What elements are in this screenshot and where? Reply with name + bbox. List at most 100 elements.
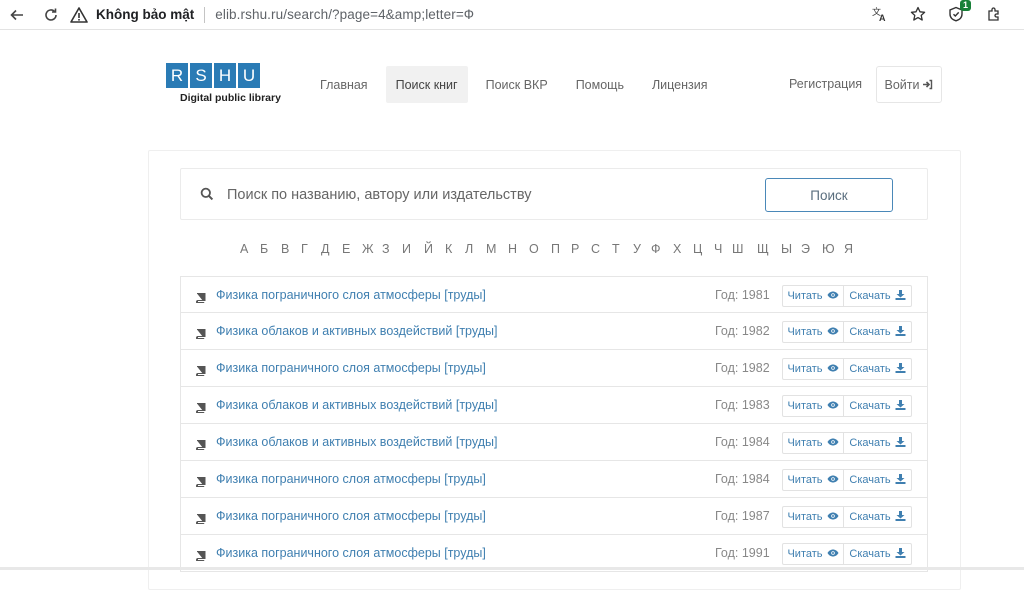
book-title-link[interactable]: Физика облаков и активных воздействий [т… [216, 398, 497, 412]
letter-filter-link[interactable]: З [382, 242, 390, 256]
read-button[interactable]: Читать [782, 469, 844, 491]
letter-filter-link[interactable]: Е [342, 242, 350, 256]
download-button[interactable]: Скачать [844, 543, 912, 565]
not-secure-label[interactable]: Không bảo mật [96, 7, 194, 22]
letter-filter-link[interactable]: И [402, 242, 411, 256]
nav-item[interactable]: Лицензия [642, 66, 718, 103]
book-list: Физика пограничного слоя атмосферы [труд… [180, 276, 928, 572]
letter-filter-link[interactable]: К [445, 242, 452, 256]
letter-filter-link[interactable]: Э [801, 242, 810, 256]
login-button[interactable]: Войти [876, 66, 942, 103]
read-button[interactable]: Читать [782, 543, 844, 565]
book-icon [195, 474, 206, 488]
extensions-puzzle-icon[interactable] [984, 4, 1004, 24]
eye-icon [827, 548, 839, 560]
book-title-link[interactable]: Физика пограничного слоя атмосферы [труд… [216, 361, 486, 375]
download-label: Скачать [849, 548, 891, 560]
book-icon [195, 548, 206, 562]
eye-icon [827, 474, 839, 486]
download-icon [895, 289, 906, 303]
search-button[interactable]: Поиск [765, 178, 893, 212]
letter-filter-link[interactable]: П [551, 242, 560, 256]
book-icon [195, 511, 206, 525]
main-nav: Главная Поиск книг Поиск ВКР Помощь Лицензия [310, 66, 726, 103]
book-title-link[interactable]: Физика облаков и активных воздействий [т… [216, 435, 497, 449]
download-icon [895, 399, 906, 413]
book-title-link[interactable]: Физика пограничного слоя атмосферы [труд… [216, 546, 486, 560]
eye-icon [827, 437, 839, 449]
book-title-link[interactable]: Физика пограничного слоя атмосферы [труд… [216, 472, 486, 486]
download-button[interactable]: Скачать [844, 432, 912, 454]
download-button[interactable]: Скачать [844, 395, 912, 417]
letter-filter-link[interactable]: Ы [781, 242, 792, 256]
download-icon [895, 436, 906, 450]
search-input[interactable] [227, 183, 747, 207]
letter-filter-link[interactable]: Щ [757, 242, 769, 256]
nav-item[interactable]: Главная [310, 66, 378, 103]
book-row: Физика пограничного слоя атмосферы [труд… [180, 276, 928, 313]
search-icon [200, 187, 214, 201]
letter-filter-link[interactable]: А [240, 242, 248, 256]
letter-filter-link[interactable]: Б [260, 242, 268, 256]
read-label: Читать [787, 400, 823, 412]
letter-filter-link[interactable]: Ф [651, 242, 661, 256]
letter-filter-link[interactable]: Ж [362, 242, 374, 256]
download-button[interactable]: Скачать [844, 358, 912, 380]
nav-item[interactable]: Поиск ВКР [476, 66, 558, 103]
back-arrow-icon[interactable] [6, 4, 28, 26]
bookmark-star-icon[interactable] [908, 4, 928, 24]
register-link[interactable]: Регистрация [789, 77, 862, 91]
download-label: Скачать [849, 326, 891, 338]
read-label: Читать [787, 290, 823, 302]
letter-filter-link[interactable]: Х [673, 242, 681, 256]
url-text[interactable]: elib.rshu.ru/search/?page=4&amp;letter=Ф [215, 7, 474, 22]
eye-icon [827, 290, 839, 302]
site-logo[interactable]: RSHU Digital public library [166, 63, 286, 104]
svg-text:A: A [879, 13, 886, 23]
letter-filter-link[interactable]: Д [321, 242, 329, 256]
read-button[interactable]: Читать [782, 506, 844, 528]
download-button[interactable]: Скачать [844, 506, 912, 528]
letter-filter-link[interactable]: Г [301, 242, 308, 256]
warning-icon [70, 6, 88, 23]
search-bar: Поиск [180, 168, 928, 220]
letter-filter-link[interactable]: Р [571, 242, 579, 256]
download-button[interactable]: Скачать [844, 285, 912, 307]
letter-filter-link[interactable]: М [486, 242, 496, 256]
book-icon [195, 437, 206, 451]
letter-filter-link[interactable]: Я [844, 242, 853, 256]
download-label: Скачать [849, 290, 891, 302]
nav-item[interactable]: Помощь [566, 66, 634, 103]
read-button[interactable]: Читать [782, 395, 844, 417]
read-button[interactable]: Читать [782, 321, 844, 343]
download-button[interactable]: Скачать [844, 469, 912, 491]
letter-filter-link[interactable]: Л [465, 242, 473, 256]
nav-item[interactable]: Поиск книг [385, 66, 468, 103]
letter-filter-link[interactable]: В [281, 242, 289, 256]
letter-filter-link[interactable]: О [529, 242, 539, 256]
reload-icon[interactable] [40, 4, 62, 26]
download-button[interactable]: Скачать [844, 321, 912, 343]
read-button[interactable]: Читать [782, 432, 844, 454]
letter-filter-link[interactable]: Т [612, 242, 620, 256]
letter-filter-link[interactable]: Ч [714, 242, 722, 256]
read-label: Читать [787, 326, 823, 338]
book-icon [195, 400, 206, 414]
translate-icon[interactable]: 文A [870, 4, 890, 24]
read-button[interactable]: Читать [782, 285, 844, 307]
letter-filter-link[interactable]: С [591, 242, 600, 256]
read-button[interactable]: Читать [782, 358, 844, 380]
book-title-link[interactable]: Физика пограничного слоя атмосферы [труд… [216, 509, 486, 523]
letter-filter-link[interactable]: Ю [822, 242, 835, 256]
address-bar[interactable]: Không bảo mật elib.rshu.ru/search/?page=… [64, 2, 884, 27]
letter-filter-link[interactable]: Й [424, 242, 433, 256]
shield-extension-icon[interactable]: 1 [946, 0, 971, 24]
letter-filter-link[interactable]: Ш [732, 242, 743, 256]
letter-filter-link[interactable]: Н [508, 242, 517, 256]
letter-filter-link[interactable]: У [633, 242, 641, 256]
book-title-link[interactable]: Физика пограничного слоя атмосферы [труд… [216, 288, 486, 302]
download-label: Скачать [849, 363, 891, 375]
eye-icon [827, 511, 839, 523]
letter-filter-link[interactable]: Ц [693, 242, 702, 256]
book-title-link[interactable]: Физика облаков и активных воздействий [т… [216, 324, 497, 338]
